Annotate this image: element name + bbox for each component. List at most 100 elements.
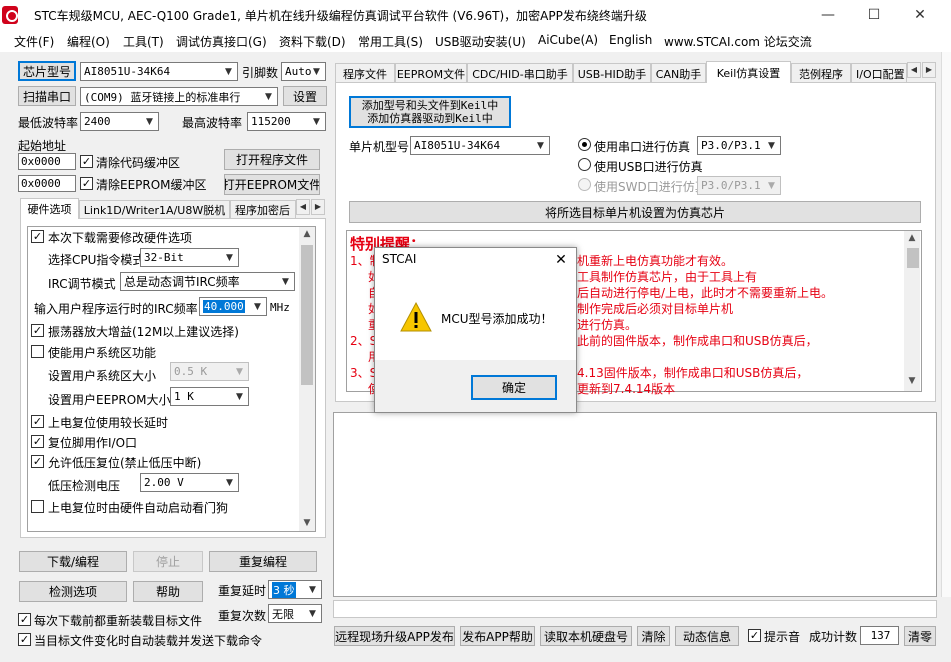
modify-hw-checkbox[interactable]: ✓ — [31, 230, 44, 243]
eeprom-address-input[interactable]: 0x0000 — [18, 175, 76, 192]
clear-eeprom-checkbox[interactable]: ✓ — [80, 177, 93, 190]
menu-aicube[interactable]: AiCube(A) — [538, 33, 598, 47]
dialog-ok-button[interactable]: 确定 — [471, 375, 557, 400]
tab-program-encryption[interactable]: 程序加密后 — [230, 200, 296, 219]
lvr-checkbox[interactable]: ✓ — [31, 455, 44, 468]
beep-label: 提示音 — [764, 630, 801, 644]
publish-help-button[interactable]: 发布APP帮助 — [460, 626, 535, 646]
read-disk-button[interactable]: 读取本机硬盘号 — [540, 626, 632, 646]
dynamic-info-button[interactable]: 动态信息 — [675, 626, 739, 646]
tab-scroll-left-icon[interactable]: ◀ — [907, 62, 921, 78]
scroll-up-icon[interactable]: ▲ — [905, 233, 919, 245]
min-baud-select[interactable]: 2400 ▼ — [80, 112, 159, 131]
max-baud-select[interactable]: 115200 ▼ — [247, 112, 326, 131]
menu-tools[interactable]: 工具(T) — [123, 33, 164, 50]
auto-send-checkbox[interactable]: ✓ — [18, 633, 31, 646]
lvd-select[interactable]: 2.00 V ▼ — [140, 473, 239, 492]
irc-freq-select[interactable]: 40.000 ▼ — [199, 297, 267, 316]
reload-checkbox[interactable]: ✓ — [18, 613, 31, 626]
osc-gain-checkbox[interactable]: ✓ — [31, 324, 44, 337]
lvr-label: 允许低压复位(禁止低压中断) — [48, 456, 202, 470]
add-to-keil-button[interactable]: 添加型号和头文件到Keil中 添加仿真器驱动到Keil中 — [349, 96, 511, 128]
dialog-close-button[interactable]: ✕ — [550, 250, 572, 270]
open-program-button[interactable]: 打开程序文件 — [224, 149, 320, 170]
menu-english[interactable]: English — [609, 33, 652, 47]
chip-model-button[interactable]: 芯片型号 — [18, 61, 76, 81]
modify-hw-label: 本次下载需要修改硬件选项 — [48, 231, 193, 245]
tab-keil-emulation[interactable]: Keil仿真设置 — [706, 61, 791, 83]
set-target-emulator-button[interactable]: 将所选目标单片机设置为仿真芯片 — [349, 201, 921, 223]
scan-port-button[interactable]: 扫描串口 — [18, 86, 76, 106]
tab-can[interactable]: CAN助手 — [651, 63, 706, 83]
hardware-scroll-thumb[interactable] — [301, 245, 313, 385]
beep-checkbox[interactable]: ✓ — [748, 629, 761, 642]
menu-website[interactable]: www.STCAI.com 论坛交流 — [664, 33, 812, 50]
reprogram-button[interactable]: 重复编程 — [209, 551, 317, 572]
success-count-value: 137 — [860, 626, 899, 645]
cpu-mode-select[interactable]: 32-Bit ▼ — [140, 248, 239, 267]
mcu-model-select[interactable]: AI8051U-34K64 ▼ — [410, 136, 550, 155]
notice-line-end: 更新到7.4.14版本 — [577, 382, 676, 396]
usb-emu-radio[interactable] — [578, 158, 591, 171]
port-select[interactable]: (COM9) 蓝牙链接上的标准串行 ▼ — [80, 87, 278, 106]
swd-emu-select[interactable]: P3.0/P3.1 ▼ — [697, 176, 781, 195]
uart-emu-radio[interactable] — [578, 138, 591, 151]
reset-io-checkbox[interactable]: ✓ — [31, 435, 44, 448]
close-button[interactable]: ✕ — [908, 5, 932, 25]
help-button[interactable]: 帮助 — [133, 581, 203, 602]
open-eeprom-button[interactable]: 打开EEPROM文件 — [224, 174, 320, 195]
stop-button[interactable]: 停止 — [133, 551, 203, 572]
uart-emu-select[interactable]: P3.0/P3.1 ▼ — [697, 136, 781, 155]
scroll-down-icon[interactable]: ▼ — [300, 518, 314, 530]
long-reset-checkbox[interactable]: ✓ — [31, 415, 44, 428]
repeat-count-select[interactable]: 无限 ▼ — [268, 604, 322, 623]
irc-mode-select[interactable]: 总是动态调节IRC频率 ▼ — [120, 272, 295, 291]
menu-program[interactable]: 编程(O) — [67, 33, 110, 50]
eeprom-size-select[interactable]: 1 K ▼ — [170, 387, 249, 406]
clear-code-checkbox[interactable]: ✓ — [80, 155, 93, 168]
tab-hardware-options[interactable]: 硬件选项 — [20, 198, 79, 219]
menu-downloads[interactable]: 资料下载(D) — [279, 33, 346, 50]
tab-examples[interactable]: 范例程序 — [791, 63, 851, 83]
tab-scroll-right-icon[interactable]: ▶ — [311, 199, 325, 215]
tab-offline-programmer[interactable]: Link1D/Writer1A/U8W脱机 — [79, 200, 230, 219]
clear-log-button[interactable]: 清除 — [637, 626, 670, 646]
menu-debug-interface[interactable]: 调试仿真接口(G) — [176, 33, 267, 50]
notice-scroll-thumb[interactable] — [907, 248, 919, 268]
chevron-down-icon: ▼ — [236, 366, 243, 377]
pin-count-select[interactable]: Auto ▼ — [281, 62, 326, 81]
code-address-input[interactable]: 0x0000 — [18, 153, 76, 170]
watchdog-checkbox[interactable] — [31, 500, 44, 513]
remote-upgrade-button[interactable]: 远程现场升级APP发布 — [334, 626, 455, 646]
maximize-button[interactable]: ☐ — [862, 5, 886, 25]
clear-count-button[interactable]: 清零 — [904, 626, 936, 646]
scroll-up-icon[interactable]: ▲ — [300, 229, 314, 241]
warning-icon — [400, 301, 432, 332]
settings-button[interactable]: 设置 — [283, 86, 327, 106]
scroll-down-icon[interactable]: ▼ — [905, 376, 919, 388]
notice-line-end: 机重新上电仿真功能才有效。 — [577, 254, 734, 268]
chip-model-value: AI8051U-34K64 — [84, 65, 171, 78]
log-output-area[interactable] — [333, 412, 937, 597]
sys-area-size-select[interactable]: 0.5 K ▼ — [170, 362, 249, 381]
sys-area-checkbox[interactable] — [31, 345, 44, 358]
chevron-down-icon: ▼ — [282, 276, 289, 287]
tab-program-file[interactable]: 程序文件 — [335, 63, 395, 83]
tab-scroll-left-icon[interactable]: ◀ — [296, 199, 310, 215]
tab-usb-hid[interactable]: USB-HID助手 — [573, 63, 651, 83]
tab-scroll-right-icon[interactable]: ▶ — [922, 62, 936, 78]
menu-usb-driver[interactable]: USB驱动安装(U) — [435, 33, 526, 50]
minimize-button[interactable]: — — [816, 5, 840, 25]
menu-common-tools[interactable]: 常用工具(S) — [358, 33, 423, 50]
clear-code-label: 清除代码缓冲区 — [96, 156, 181, 170]
menu-file[interactable]: 文件(F) — [14, 33, 54, 50]
chevron-down-icon: ▼ — [309, 584, 316, 595]
swd-emu-radio[interactable] — [578, 178, 591, 191]
tab-cdc-serial[interactable]: CDC/HID-串口助手 — [467, 63, 573, 83]
tab-io-config[interactable]: I/O口配置 — [851, 63, 907, 83]
repeat-delay-select[interactable]: 3 秒 ▼ — [268, 580, 322, 599]
chip-model-select[interactable]: AI8051U-34K64 ▼ — [80, 62, 238, 81]
tab-eeprom-file[interactable]: EEPROM文件 — [395, 63, 467, 83]
download-button[interactable]: 下载/编程 — [19, 551, 127, 572]
check-options-button[interactable]: 检测选项 — [19, 581, 127, 602]
